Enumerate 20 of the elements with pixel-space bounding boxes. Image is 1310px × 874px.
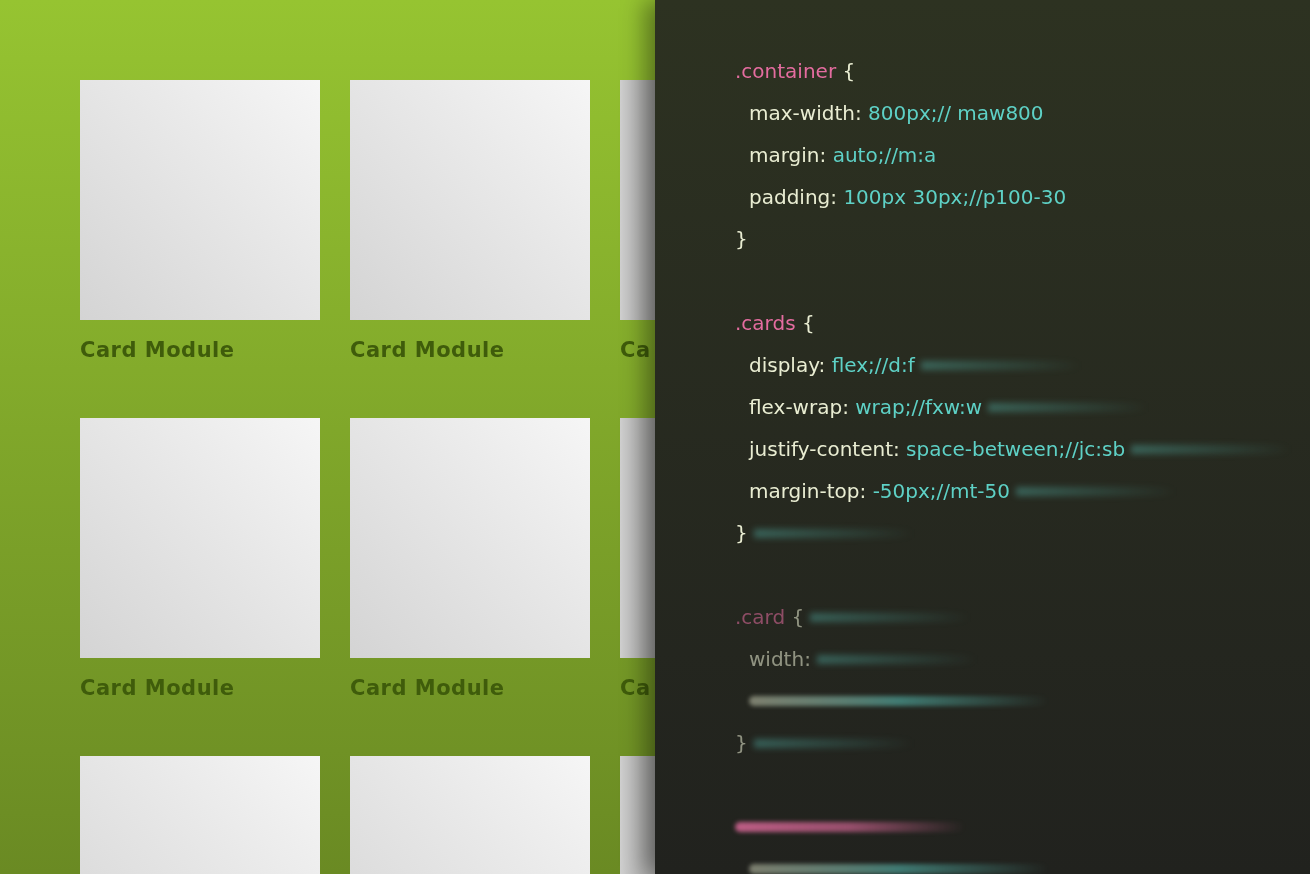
code-line: display: flex;//d:f <box>749 352 915 379</box>
card-title: Card Module <box>350 338 506 362</box>
card-title: Ca <box>620 676 652 700</box>
code-line: margin-top: -50px;//mt-50 <box>749 478 1011 505</box>
card-title: Card Module <box>350 676 506 700</box>
code-line: .container { <box>735 58 856 85</box>
card-title: Card Module <box>80 338 236 362</box>
code-line: } <box>735 730 748 757</box>
card-title: Card Module <box>80 676 236 700</box>
code-line: } <box>735 226 748 253</box>
code-line: padding: 100px 30px;//p100-30 <box>749 184 1067 211</box>
code-line: flex-wrap: wrap;//fxw:w <box>749 394 983 421</box>
code-line: .card { <box>735 604 805 631</box>
code-line: } <box>735 520 748 547</box>
code-line: width: <box>749 646 811 673</box>
code-line: margin: auto;//m:a <box>749 142 937 169</box>
code-line: justify-content: space-between;//jc:sb <box>749 436 1126 463</box>
code-line: max-width: 800px;// maw800 <box>749 100 1044 127</box>
card-title: Ca <box>620 338 652 362</box>
code-line: .cards { <box>735 310 815 337</box>
